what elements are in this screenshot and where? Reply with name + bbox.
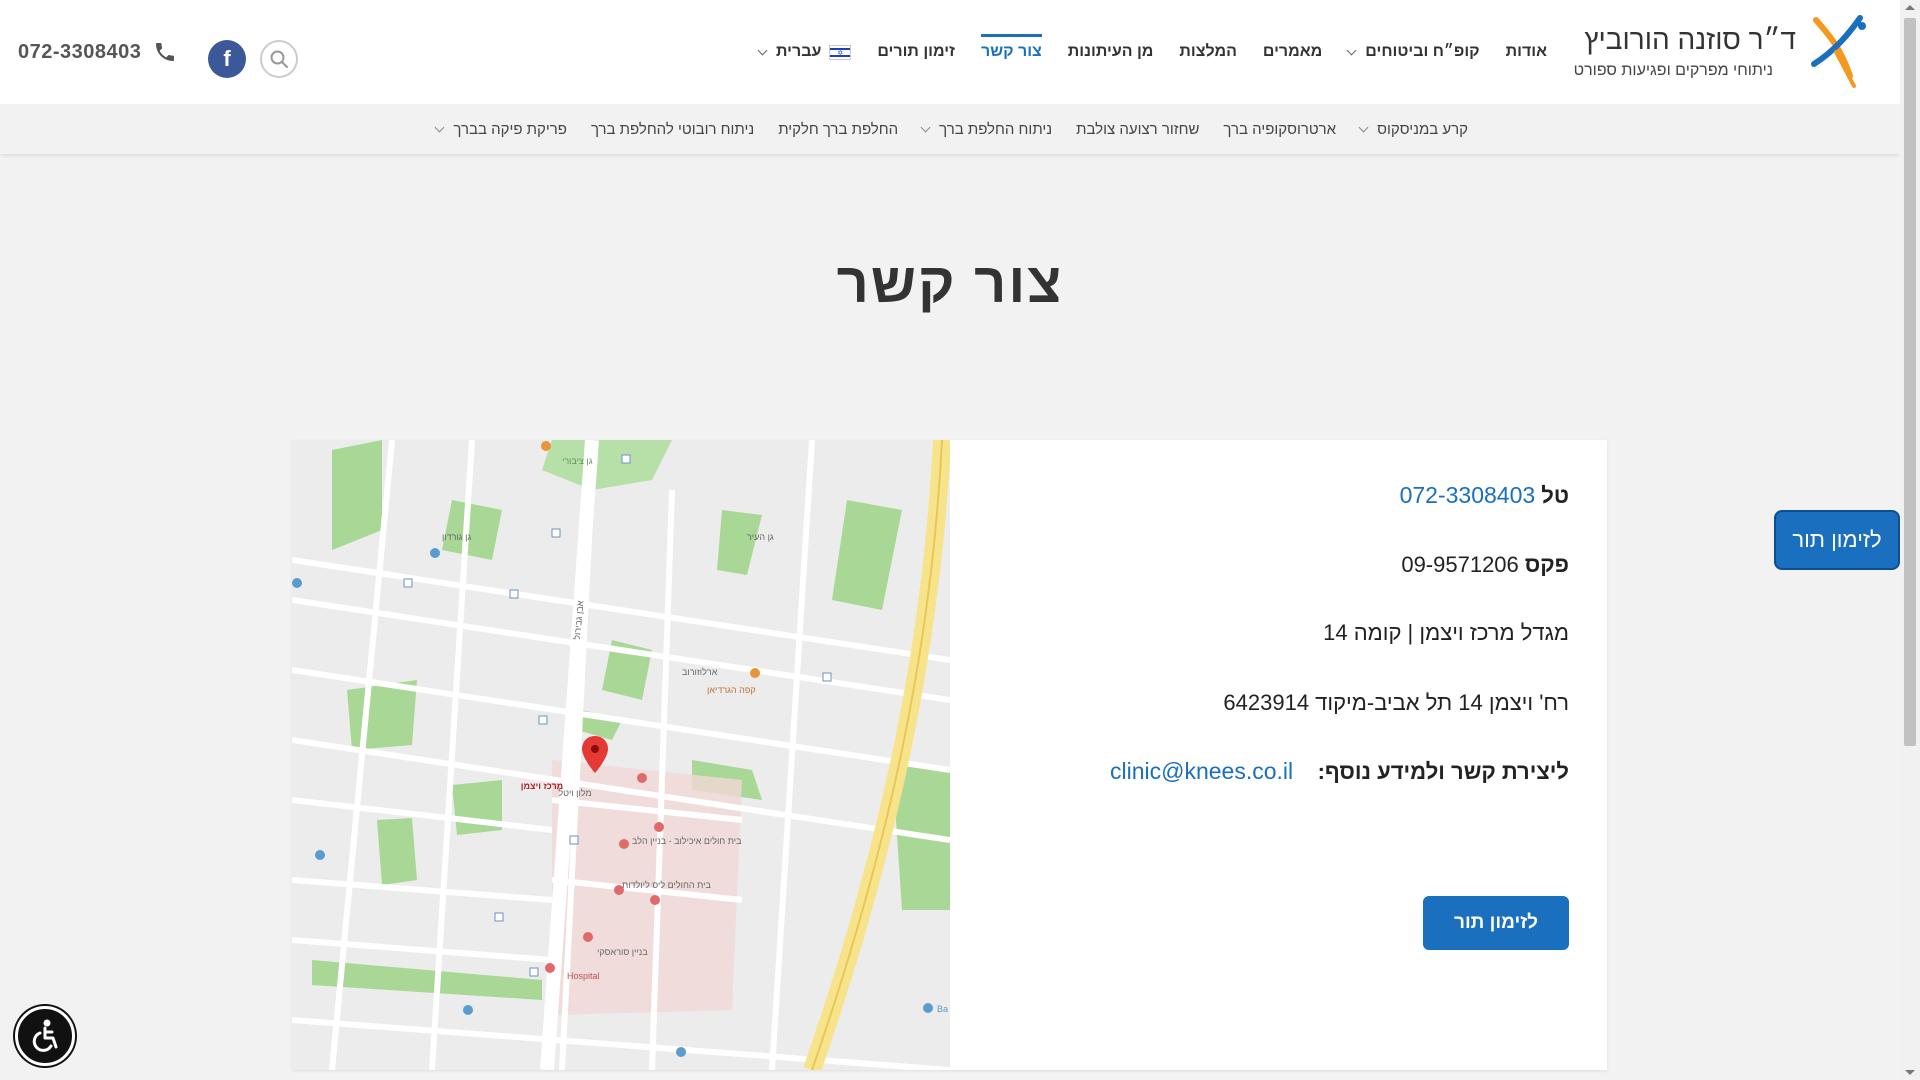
email-label: ליצירת קשר ולמידע נוסף: (1317, 759, 1569, 784)
map-label-internal: בית חולים איכילוב - בניין הלב (632, 836, 742, 846)
subnav-partial-replacement[interactable]: החלפת ברך חלקית (766, 121, 910, 138)
accessibility-button[interactable] (15, 1006, 75, 1066)
header-phone-number[interactable]: 072-3308403 (18, 41, 141, 64)
nav-insurance[interactable]: קופ״ח וביטוחים (1335, 0, 1492, 104)
scroll-up-arrow-icon[interactable] (1905, 5, 1915, 10)
accessibility-icon (32, 1019, 58, 1052)
map-canvas[interactable]: מרכז ויצמן מלון ויטל Hospital בית חולים … (292, 440, 950, 1070)
map-label-cafe: קפה הגרדיאן (707, 685, 756, 695)
phone-link[interactable]: 072-3308403 (1400, 482, 1536, 508)
fax-value: 09-9571206 (1401, 552, 1519, 577)
logo-mark-icon (1811, 15, 1866, 88)
email-link[interactable]: clinic@knees.co.il (1110, 758, 1293, 784)
subnav-knee-replacement[interactable]: ניתוח החלפת ברך (910, 121, 1064, 138)
floating-book-button[interactable]: לזימון תור (1774, 510, 1900, 570)
location-map[interactable]: מרכז ויצמן מלון ויטל Hospital בית חולים … (292, 440, 950, 1070)
map-label-arlozorov: ארלוזורוב (682, 667, 718, 677)
search-icon (270, 50, 288, 68)
contact-info: טל 072-3308403 פקס 09-9571206 מגדל מרכז … (950, 440, 1607, 1070)
map-label-cardio: בניין סוראסקי (597, 947, 648, 957)
main-nav: אודות קופ״ח וביטוחים מאמרים המלצות מן הע… (746, 0, 1560, 104)
map-label-weizmann: מרכז ויצמן (521, 781, 563, 791)
nav-appointments[interactable]: זימון תורים (864, 0, 968, 104)
map-label-ba: Ba (937, 1004, 948, 1014)
page-title: צור קשר (836, 251, 1064, 314)
israel-flag-icon: ✡ (829, 44, 852, 60)
facebook-icon: f (223, 46, 231, 71)
scrollbar[interactable] (1900, 0, 1920, 1080)
book-appointment-button[interactable]: לזימון תור (1423, 896, 1569, 950)
sub-nav: קרע במניסקוס ארטרוסקופיה ברך שחזור רצועה… (0, 104, 1900, 154)
chevron-down-icon (757, 45, 768, 55)
building-line: מגדל מרכז ויצמן | קומה 14 (1323, 620, 1569, 645)
address-line: רח' ויצמן 14 תל אביב-מיקוד 6423914 (1223, 690, 1569, 715)
subnav-acl[interactable]: שחזור רצועה צולבת (1064, 121, 1211, 138)
chevron-down-icon (1358, 122, 1369, 132)
map-label-hotel: מלון ויטל (558, 788, 591, 798)
nav-articles[interactable]: מאמרים (1250, 0, 1335, 104)
map-label-park2: גן העיר (747, 532, 774, 542)
map-label-top: גן ציבורי (562, 456, 593, 466)
phone-row: טל 072-3308403 (1400, 482, 1569, 509)
logo-subtitle: ניתוחי מפרקים ופגיעות ספורט (1573, 62, 1773, 79)
chevron-down-icon (1346, 45, 1357, 55)
fax-label: פקס (1524, 552, 1569, 577)
phone-label: טל (1541, 483, 1569, 508)
nav-testimonials[interactable]: המלצות (1166, 0, 1249, 104)
subnav-robotic[interactable]: ניתוח רובוטי להחלפת ברך (579, 121, 766, 138)
language-label: עברית (776, 43, 822, 60)
subnav-patella[interactable]: פריקת פיקה בברך (424, 121, 579, 138)
email-row: ליצירת קשר ולמידע נוסף: clinic@knees.co.… (1110, 758, 1569, 785)
site-logo[interactable]: ד״ר סוזנה הורוביץ ניתוחי מפרקים ופגיעות … (1568, 10, 1868, 90)
subnav-arthroscopy[interactable]: ארטרוסקופיה ברך (1211, 121, 1348, 138)
subnav-meniscus[interactable]: קרע במניסקוס (1348, 121, 1480, 138)
nav-about[interactable]: אודות (1493, 0, 1560, 104)
map-label-maternity: בית החולים ליס ליולדות (622, 880, 711, 890)
header-phone[interactable]: 072-3308403 (18, 40, 177, 64)
subnav-patella-label: פריקת פיקה בברך (453, 120, 567, 138)
logo-title: ד״ר סוזנה הורוביץ (1584, 24, 1796, 55)
search-button[interactable] (260, 40, 298, 78)
contact-section: מרכז ויצמן מלון ויטל Hospital בית חולים … (292, 440, 1607, 1070)
site-header: ד״ר סוזנה הורוביץ ניתוחי מפרקים ופגיעות … (0, 0, 1900, 104)
subnav-meniscus-label: קרע במניסקוס (1377, 120, 1468, 138)
scroll-thumb[interactable] (1904, 18, 1916, 746)
nav-insurance-label: קופ״ח וביטוחים (1365, 43, 1480, 60)
facebook-button[interactable]: f (208, 40, 246, 78)
phone-icon (156, 43, 175, 61)
chevron-down-icon (434, 122, 445, 132)
map-label-park1: גן גורדון (442, 532, 471, 542)
fax-row: פקס 09-9571206 (1401, 552, 1569, 578)
language-selector[interactable]: ✡ עברית (746, 0, 864, 104)
subnav-knee-replacement-label: ניתוח החלפת ברך (939, 120, 1053, 138)
scroll-down-arrow-icon[interactable] (1905, 1070, 1915, 1075)
nav-contact[interactable]: צור קשר (968, 0, 1055, 104)
chevron-down-icon (920, 122, 931, 132)
nav-press[interactable]: מן העיתונות (1055, 0, 1167, 104)
map-label-hospital: Hospital (567, 971, 600, 981)
